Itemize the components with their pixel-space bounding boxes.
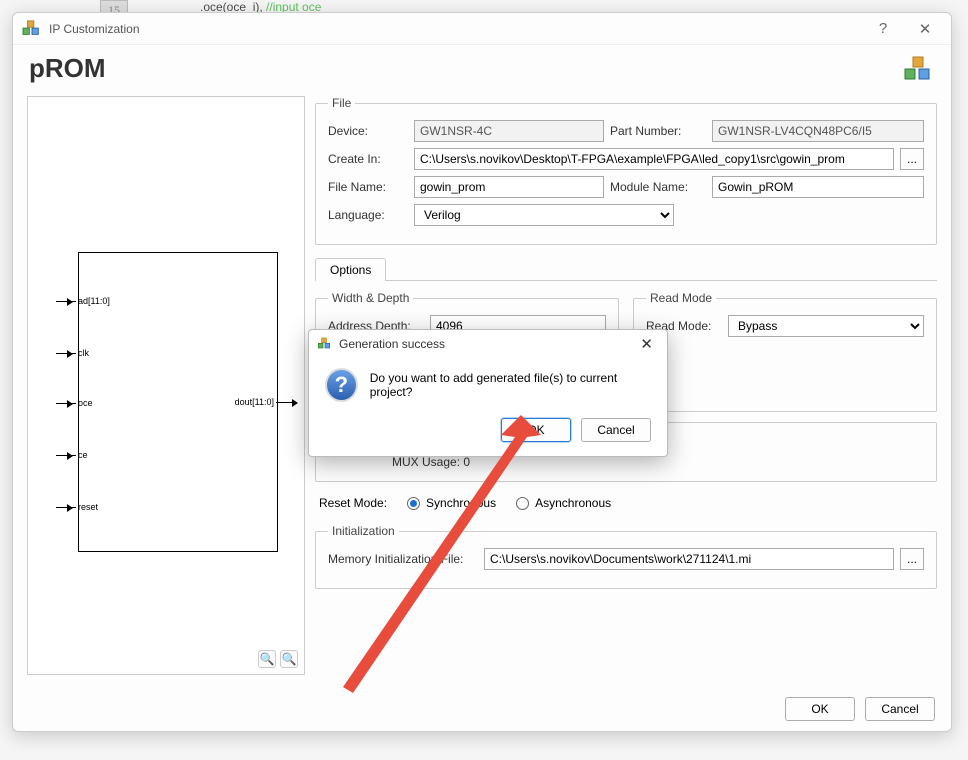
window-title: IP Customization — [49, 22, 859, 36]
titlebar: IP Customization ? ✕ — [13, 13, 951, 45]
module-name-field[interactable] — [712, 176, 924, 198]
pin-label: reset — [78, 502, 98, 512]
reset-async-radio[interactable]: Asynchronous — [516, 496, 611, 510]
help-button[interactable]: ? — [865, 20, 901, 37]
browse-init-file-button[interactable]: ... — [900, 548, 924, 570]
generation-success-dialog: Generation success ✕ ? Do you want to ad… — [308, 329, 668, 457]
header: pROM — [13, 45, 951, 96]
file-name-field[interactable] — [414, 176, 604, 198]
read-mode-group: Read Mode Read Mode: Bypass — [633, 291, 937, 412]
create-in-label: Create In: — [328, 152, 408, 166]
read-mode-legend: Read Mode — [646, 291, 716, 305]
file-group: File Device: Part Number: Create In: ...… — [315, 96, 937, 245]
mem-init-file-label: Memory Initialization File: — [328, 552, 478, 566]
initialization-group: Initialization Memory Initialization Fil… — [315, 524, 937, 589]
file-legend: File — [328, 96, 355, 110]
pin-label: dout[11:0] — [235, 397, 274, 407]
pin-label: oce — [78, 398, 93, 408]
modal-cancel-button[interactable]: Cancel — [581, 418, 651, 442]
language-select[interactable]: Verilog — [414, 204, 674, 226]
language-label: Language: — [328, 208, 408, 222]
pin-clk: clk — [56, 347, 89, 359]
zoom-in-icon[interactable]: 🔍 — [258, 650, 276, 668]
reset-sync-radio[interactable]: Synchronous — [407, 496, 496, 510]
module-name-label: Module Name: — [610, 180, 706, 194]
modal-title: Generation success — [339, 337, 628, 351]
block-preview-pane: ad[11:0] clk oce ce reset dout[11:0] 🔍 🔍 — [27, 96, 305, 675]
modal-message: Do you want to add generated file(s) to … — [370, 371, 651, 399]
pin-ad: ad[11:0] — [56, 295, 110, 307]
close-button[interactable]: ✕ — [907, 20, 943, 38]
width-depth-legend: Width & Depth — [328, 291, 413, 305]
pin-label: ce — [78, 450, 88, 460]
browse-create-in-button[interactable]: ... — [900, 148, 924, 170]
question-icon: ? — [325, 368, 358, 402]
header-cubes-icon — [901, 55, 935, 83]
pin-label: clk — [78, 348, 89, 358]
modal-close-button[interactable]: ✕ — [634, 335, 659, 353]
pin-oce: oce — [56, 397, 93, 409]
pin-label: ad[11:0] — [78, 296, 110, 306]
device-field — [414, 120, 604, 142]
radio-label: Synchronous — [426, 496, 496, 510]
radio-label: Asynchronous — [535, 496, 611, 510]
zoom-out-icon[interactable]: 🔍 — [280, 650, 298, 668]
reset-mode-label: Reset Mode: — [319, 496, 387, 510]
dialog-footer: OK Cancel — [13, 687, 951, 731]
read-mode-select[interactable]: Bypass — [728, 315, 924, 337]
cancel-button[interactable]: Cancel — [865, 697, 935, 721]
file-name-label: File Name: — [328, 180, 408, 194]
modal-ok-button[interactable]: OK — [501, 418, 571, 442]
create-in-field[interactable] — [414, 148, 894, 170]
mem-init-file-field[interactable] — [484, 548, 894, 570]
ip-name-heading: pROM — [29, 53, 106, 84]
app-cubes-icon — [21, 20, 43, 38]
pin-dout: dout[11:0] — [235, 397, 296, 407]
device-label: Device: — [328, 124, 408, 138]
tab-options[interactable]: Options — [315, 258, 386, 281]
modal-cubes-icon — [317, 337, 333, 351]
ok-button[interactable]: OK — [785, 697, 855, 721]
ip-customization-window: IP Customization ? ✕ pROM ad[11:0] clk o… — [12, 12, 952, 732]
part-number-field — [712, 120, 924, 142]
pin-ce: ce — [56, 449, 88, 461]
initialization-legend: Initialization — [328, 524, 399, 538]
mux-usage-text: MUX Usage: 0 — [392, 455, 470, 469]
options-tabs: Options — [315, 257, 937, 281]
part-number-label: Part Number: — [610, 124, 706, 138]
pin-reset: reset — [56, 501, 98, 513]
